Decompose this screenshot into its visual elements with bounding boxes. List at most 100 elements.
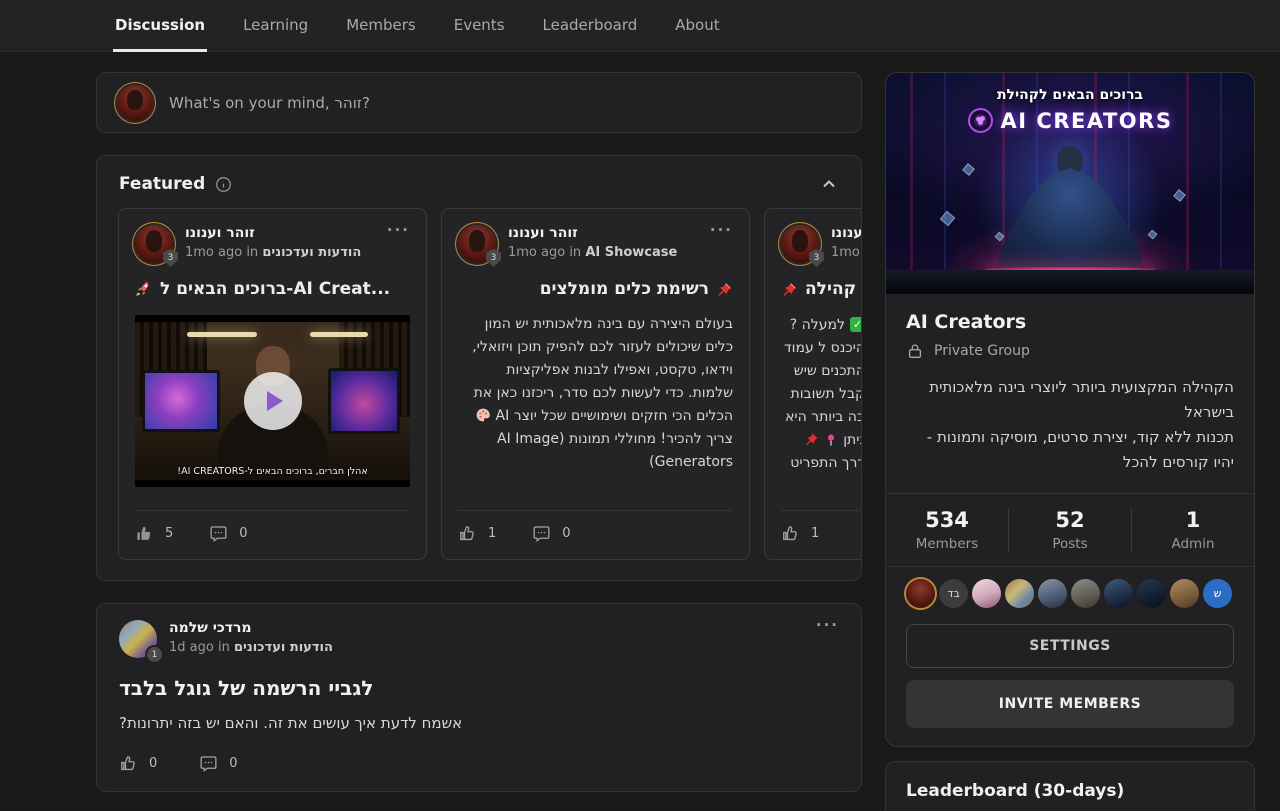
featured-title: Featured: [119, 174, 205, 194]
post-footer: 0 0: [119, 754, 839, 777]
leaderboard-title: Leaderboard (30-days): [906, 781, 1234, 801]
author-avatar[interactable]: 3: [135, 225, 173, 263]
video-thumbnail[interactable]: אהלן חברים, ברוכים הבאים ל-AI CREATORS!: [135, 315, 410, 487]
member-avatar[interactable]: [1104, 579, 1133, 608]
post-title[interactable]: ברוכים הבאים ל-AI Creat...: [135, 279, 410, 299]
community-page: { "nav": { "tabs": [ { "label": "Discuss…: [0, 0, 1280, 811]
author-name[interactable]: זוהר וענונו: [831, 225, 861, 241]
thumbs-up-icon: [135, 524, 154, 543]
comment-icon: [209, 524, 228, 543]
level-badge: 1: [147, 647, 162, 662]
post-header: 3 זוהר וענונו 1mo: [781, 225, 861, 263]
author-name[interactable]: זוהר וענונו: [185, 225, 375, 241]
group-info-card: ברוכים הבאים לקהילת AI CREATORS AI Creat…: [885, 72, 1255, 747]
featured-post-tools[interactable]: 3 זוהר וענונו 1mo ago in AI Showcase ···…: [441, 208, 750, 560]
pushpin-icon: [804, 432, 819, 447]
like-button[interactable]: 5: [135, 524, 173, 543]
featured-post-community[interactable]: 3 זוהר וענונו 1mo קהילה למעלה ?✓ היכנס ל: [764, 208, 861, 560]
thumbs-up-icon: [119, 754, 138, 773]
comment-button[interactable]: 0: [199, 754, 237, 773]
post-meta: 1mo ago in הודעות ועדכונים: [185, 245, 361, 260]
member-avatar[interactable]: [1170, 579, 1199, 608]
banner-brand-text: AI CREATORS: [1001, 109, 1173, 133]
group-privacy: Private Group: [906, 342, 1234, 360]
top-nav: Discussion Learning Members Events Leade…: [0, 0, 1280, 52]
stat-members[interactable]: 534 Members: [886, 508, 1008, 552]
featured-post-welcome[interactable]: 3 זוהר וענונו 1mo ago in הודעות ועדכונים…: [118, 208, 427, 560]
like-count: 1: [488, 526, 496, 541]
post-menu-icon[interactable]: ···: [710, 225, 733, 235]
space-name[interactable]: הודעות ועדכונים: [262, 245, 361, 260]
post-header: 1 מרדכי שלמה 1d ago in הודעות ועדכונים ·…: [119, 620, 839, 658]
stat-posts[interactable]: 52 Posts: [1008, 508, 1131, 552]
member-avatar[interactable]: [972, 579, 1001, 608]
author-avatar[interactable]: 3: [781, 225, 819, 263]
chevron-up-icon[interactable]: [819, 174, 839, 194]
pushpin-icon: [716, 281, 733, 298]
comment-count: 0: [229, 756, 237, 771]
space-name[interactable]: AI Showcase: [585, 245, 677, 260]
level-badge: 3: [486, 249, 501, 267]
member-avatar[interactable]: [1071, 579, 1100, 608]
member-avatar[interactable]: [906, 579, 935, 608]
tab-members[interactable]: Members: [344, 0, 418, 52]
level-badge: 3: [809, 249, 824, 267]
author-avatar[interactable]: 1: [119, 620, 157, 658]
comment-icon: [199, 754, 218, 773]
brain-logo-icon: [968, 108, 993, 133]
privacy-label: Private Group: [934, 343, 1030, 359]
member-avatar-initials[interactable]: ש: [1203, 579, 1232, 608]
tab-events[interactable]: Events: [452, 0, 507, 52]
pushpin-icon: [781, 281, 798, 298]
post-header: 3 זוהר וענונו 1mo ago in AI Showcase ···: [458, 225, 733, 263]
post-menu-icon[interactable]: ···: [387, 225, 410, 235]
post-title[interactable]: רשימת כלים מומלצים: [458, 279, 733, 299]
post-title[interactable]: קהילה: [781, 279, 861, 299]
member-avatar-initials[interactable]: בד: [939, 579, 968, 608]
space-name[interactable]: הודעות ועדכונים: [234, 640, 333, 655]
leaderboard-card: Leaderboard (30-days): [885, 761, 1255, 811]
group-stats: 534 Members 52 Posts 1 Admin: [886, 494, 1254, 566]
stat-admin[interactable]: 1 Admin: [1131, 508, 1254, 552]
author-meta: זוהר וענונו 1mo ago in AI Showcase: [508, 225, 698, 260]
current-user-avatar[interactable]: [117, 85, 153, 121]
author-meta: זוהר וענונו 1mo ago in הודעות ועדכונים: [185, 225, 375, 260]
like-button[interactable]: 1: [781, 524, 819, 543]
featured-carousel: 3 זוהר וענונו 1mo ago in הודעות ועדכונים…: [97, 208, 861, 560]
member-avatars-row: בד ש: [886, 567, 1254, 610]
featured-section: Featured 3 זוהר וענונו: [96, 155, 862, 581]
info-icon[interactable]: [215, 176, 232, 193]
post-title[interactable]: לגביי הרשמה של גוגל בלבד: [119, 676, 839, 700]
video-caption: אהלן חברים, ברוכים הבאים ל-AI CREATORS!: [135, 466, 410, 477]
post-meta: 1mo: [831, 245, 860, 260]
like-count: 0: [149, 756, 157, 771]
tab-discussion[interactable]: Discussion: [113, 0, 207, 52]
post-composer[interactable]: What's on your mind, זוהר?: [96, 72, 862, 133]
post-body: למעלה ?✓ היכנס ל עמוד התכנים שיש קבל תשו…: [781, 313, 861, 474]
tab-about[interactable]: About: [673, 0, 721, 52]
invite-members-button[interactable]: INVITE MEMBERS: [906, 680, 1234, 728]
like-button[interactable]: 1: [458, 524, 496, 543]
post-menu-icon[interactable]: ···: [816, 620, 839, 630]
group-details: AI Creators Private Group הקהילה המקצועי…: [886, 294, 1254, 493]
page-content: What's on your mind, זוהר? Featured 3: [0, 52, 1280, 811]
tab-leaderboard[interactable]: Leaderboard: [541, 0, 640, 52]
comment-count: 0: [562, 526, 570, 541]
author-name[interactable]: מרדכי שלמה: [169, 620, 804, 636]
like-button[interactable]: 0: [119, 754, 157, 773]
author-name[interactable]: זוהר וענונו: [508, 225, 698, 241]
composer-prompt[interactable]: What's on your mind, זוהר?: [169, 94, 370, 112]
author-avatar[interactable]: 3: [458, 225, 496, 263]
settings-button[interactable]: SETTINGS: [906, 624, 1234, 668]
comment-button[interactable]: 0: [209, 524, 247, 543]
author-meta: זוהר וענונו 1mo: [831, 225, 861, 260]
member-avatar[interactable]: [1137, 579, 1166, 608]
feed-post[interactable]: 1 מרדכי שלמה 1d ago in הודעות ועדכונים ·…: [96, 603, 862, 792]
group-banner-image: ברוכים הבאים לקהילת AI CREATORS: [886, 73, 1254, 294]
play-button-icon[interactable]: [244, 372, 302, 430]
member-avatar[interactable]: [1005, 579, 1034, 608]
member-avatar[interactable]: [1038, 579, 1067, 608]
post-footer: 5 0: [135, 510, 410, 543]
tab-learning[interactable]: Learning: [241, 0, 310, 52]
comment-button[interactable]: 0: [532, 524, 570, 543]
